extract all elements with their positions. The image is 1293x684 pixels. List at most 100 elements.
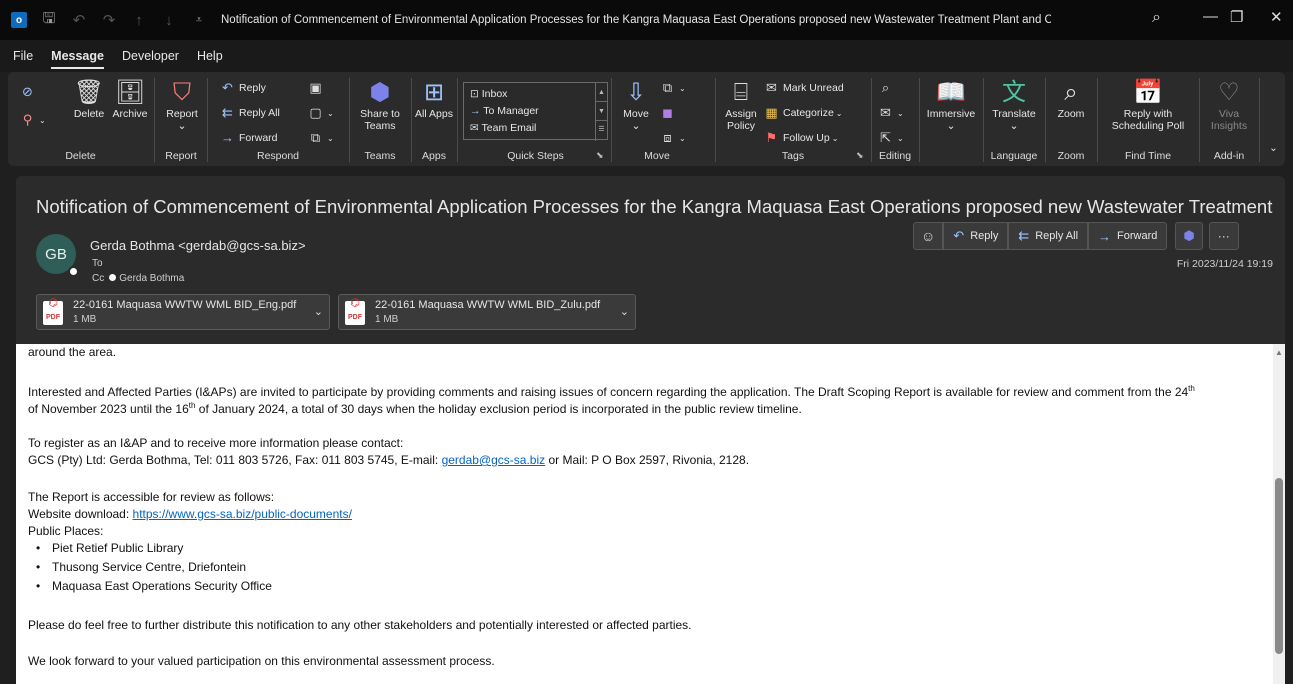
- teams-share-button[interactable]: ⬢: [1175, 222, 1203, 250]
- immersive-reader-button[interactable]: 📖 Immersive ⌄: [924, 78, 978, 132]
- group-immersive: 📖 Immersive ⌄: [920, 72, 982, 166]
- undo-icon[interactable]: ↶: [71, 11, 87, 29]
- save-icon[interactable]: 🖫: [41, 8, 57, 33]
- onenote-button[interactable]: ◼: [660, 105, 679, 121]
- follow-up-button[interactable]: ⚑ Follow Up ⌄: [764, 130, 839, 146]
- reply-all-button[interactable]: ⇇ Reply All: [1008, 222, 1089, 250]
- im-button[interactable]: ▢ ⌄: [308, 105, 333, 121]
- previous-item-icon[interactable]: ↑: [131, 12, 147, 29]
- emoji-reaction-button[interactable]: ☺: [913, 222, 944, 250]
- scroll-thumb[interactable]: [1275, 478, 1283, 654]
- quick-steps-scroll[interactable]: ▲ ▼ ☰: [595, 83, 607, 141]
- chevron-down-icon[interactable]: ⌄: [314, 305, 323, 318]
- list-item: Maquasa East Operations Security Office: [36, 578, 272, 595]
- mark-unread-button[interactable]: ✉ Mark Unread: [764, 80, 844, 96]
- close-button[interactable]: ✕: [1270, 8, 1283, 26]
- reply-ribbon-button[interactable]: ↶ Reply: [220, 80, 266, 96]
- restore-button[interactable]: ❐: [1230, 8, 1243, 26]
- list-item: Piet Retief Public Library: [36, 540, 183, 557]
- minimize-button[interactable]: —: [1203, 8, 1218, 25]
- group-label-editing: Editing: [878, 150, 912, 162]
- related-button[interactable]: ✉ ⌄: [878, 105, 904, 121]
- reply-all-ribbon-button[interactable]: ⇇ Reply All: [220, 105, 280, 121]
- scroll-up-icon[interactable]: ▲: [1275, 344, 1283, 361]
- next-item-icon[interactable]: ↓: [161, 12, 177, 29]
- menu-developer[interactable]: Developer: [122, 43, 179, 69]
- smiley-icon: ☺: [921, 228, 936, 244]
- delete-button[interactable]: 🗑 Delete: [64, 78, 114, 120]
- zoom-button[interactable]: ⌕ Zoom: [1050, 78, 1092, 120]
- report-button[interactable]: ⛉ Report ⌄: [160, 78, 204, 132]
- assign-policy-button[interactable]: ⌸ Assign Policy: [718, 78, 764, 132]
- cc-recipient[interactable]: Gerda Bothma: [119, 273, 184, 284]
- group-label-quick-steps: Quick Steps: [507, 150, 564, 162]
- reply-icon: ↶: [953, 228, 965, 243]
- search-icon[interactable]: ⌕: [1152, 9, 1161, 27]
- group-teams: ⬢ Share to Teams Teams: [350, 72, 410, 166]
- body-paragraph-public-places: Public Places:: [28, 524, 104, 538]
- all-apps-button[interactable]: ⊞ All Apps: [414, 78, 454, 120]
- redo-icon[interactable]: ↷: [101, 11, 117, 29]
- email-link[interactable]: gerdab@gcs-sa.biz: [442, 453, 546, 467]
- categorize-button[interactable]: ▦ Categorize ⌄: [764, 105, 842, 121]
- reply-button[interactable]: ↶ Reply: [943, 222, 1009, 250]
- outlook-app-icon: o: [11, 12, 27, 28]
- customize-qat-icon[interactable]: ⩡: [191, 14, 207, 27]
- menu-help[interactable]: Help: [197, 43, 223, 69]
- move-button[interactable]: ⇩ Move ⌄: [616, 78, 656, 132]
- quick-step-to-manager[interactable]: → To Manager: [470, 105, 539, 117]
- meeting-button[interactable]: ▣: [308, 80, 327, 96]
- quick-step-inbox[interactable]: ⊡ Inbox: [470, 88, 507, 100]
- calendar-reply-icon: ▣: [309, 80, 322, 95]
- cc-label: Cc: [92, 273, 105, 284]
- actions-icon: ⧈: [663, 130, 672, 145]
- group-tags: ⌸ Assign Policy ✉ Mark Unread ▦ Categorize ⌄…: [716, 72, 870, 166]
- reply-all-icon: ⇇: [222, 105, 233, 120]
- attachment-eng[interactable]: PDF 22-0161 Maquasa WWTW WML BID_Eng.pdf…: [36, 293, 330, 330]
- tags-launcher-icon[interactable]: ⬊: [856, 150, 864, 161]
- actions-button[interactable]: ⧈ ⌄: [660, 130, 685, 146]
- translate-button[interactable]: 文 Translate ⌄: [988, 78, 1040, 132]
- group-editing: ⌕ ✉ ⌄ ⇱ ⌄ Editing: [872, 72, 918, 166]
- shield-icon: ⛉: [173, 79, 191, 106]
- mark-unread-icon: ✉: [766, 80, 777, 95]
- chevron-down-icon[interactable]: ⌄: [620, 305, 629, 318]
- pdf-icon: PDF: [43, 293, 63, 325]
- ignore-button[interactable]: ⊘: [20, 84, 39, 100]
- quick-step-team-email[interactable]: ✉ Team Email: [470, 122, 536, 134]
- quick-steps-launcher-icon[interactable]: ⬊: [596, 150, 604, 161]
- more-actions-button[interactable]: ···: [1208, 222, 1239, 250]
- archive-icon: 🗄: [114, 79, 146, 106]
- group-label-delete: Delete: [65, 150, 96, 162]
- more-respond-button[interactable]: ⧉ ⌄: [308, 130, 334, 146]
- quick-steps-gallery: ⊡ Inbox → To Manager ✉ Team Email ▲ ▼ ☰: [463, 82, 608, 141]
- find-button[interactable]: ⌕: [878, 80, 897, 96]
- body-paragraph-report: The Report is accessible for review as f…: [28, 490, 275, 504]
- move-icon: ⇩: [625, 79, 647, 106]
- website-link[interactable]: https://www.gcs-sa.biz/public-documents/: [133, 507, 352, 521]
- sender-name[interactable]: Gerda Bothma <gerdab@gcs-sa.biz>: [90, 238, 306, 253]
- message-date: Fri 2023/11/24 19:19: [1176, 258, 1273, 270]
- rules-button[interactable]: ⚲ ⌄: [20, 112, 46, 128]
- reply-with-scheduling-poll-button[interactable]: 📅 Reply with Scheduling Poll: [1104, 78, 1192, 132]
- viva-insights-button[interactable]: ♡ Viva Insights: [1204, 78, 1254, 132]
- attachment-zulu[interactable]: PDF 22-0161 Maquasa WWTW WML BID_Zulu.pd…: [338, 293, 636, 330]
- collapse-ribbon-icon[interactable]: ⌄: [1269, 142, 1278, 154]
- forward-ribbon-button[interactable]: → Forward: [220, 130, 278, 145]
- select-button[interactable]: ⇱ ⌄: [878, 130, 904, 146]
- cc-line: Cc Gerda Bothma: [92, 273, 184, 284]
- share-to-teams-button[interactable]: ⬢ Share to Teams: [354, 78, 406, 132]
- group-addin: ♡ Viva Insights Add-in: [1200, 72, 1258, 166]
- menu-message[interactable]: Message: [51, 43, 104, 69]
- menu-file[interactable]: File: [13, 43, 33, 69]
- rules-move-button[interactable]: ⧉ ⌄: [660, 80, 686, 96]
- forward-button[interactable]: → Forward: [1088, 222, 1168, 250]
- related-icon: ✉: [880, 105, 891, 120]
- viva-insights-icon: ♡: [1218, 79, 1240, 106]
- body-scrollbar[interactable]: ▲: [1273, 344, 1285, 684]
- archive-button[interactable]: 🗄 Archive: [108, 78, 152, 120]
- reply-all-icon: ⇇: [1018, 228, 1030, 243]
- group-label-respond: Respond: [256, 150, 300, 162]
- zoom-icon: ⌕: [1064, 79, 1078, 106]
- group-label-addin: Add-in: [1213, 150, 1245, 162]
